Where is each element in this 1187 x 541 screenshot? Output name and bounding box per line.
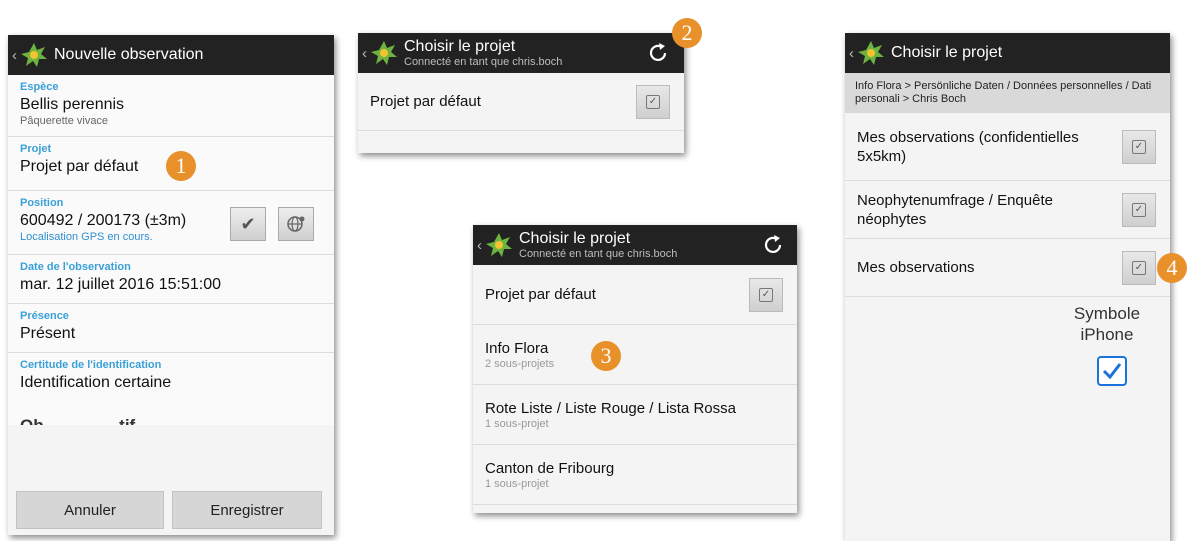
refresh-icon[interactable] <box>761 233 785 257</box>
cancel-button[interactable]: Annuler <box>16 491 164 529</box>
project-label: Info Flora <box>485 339 549 357</box>
subproject-count: 2 sous-projets <box>485 357 555 370</box>
project-label: Neophytenumfrage / Enquête néophytes <box>857 191 1053 228</box>
project-label: Projet par défaut <box>485 286 596 303</box>
breadcrumb: Info Flora > Persönliche Daten / Données… <box>845 73 1170 113</box>
espece-value: Bellis perennis <box>20 96 125 113</box>
back-chevron-icon[interactable]: ‹ <box>477 237 485 254</box>
screen-new-observation: ‹ Nouvelle observation Espèce Bellis per… <box>8 35 334 535</box>
screen-choose-project-initial: ‹ Choisir le projet Connecté en tant que… <box>358 33 684 153</box>
list-item[interactable]: Mes observations (confidentielles 5x5km)… <box>845 113 1170 181</box>
step-badge-4: 4 <box>1157 253 1187 283</box>
screen-choose-project-sub: ‹ Choisir le projet Info Flora > Persönl… <box>845 33 1170 541</box>
presence-value: Présent <box>20 325 76 342</box>
checkbox-icon: ✓ <box>646 94 660 109</box>
back-chevron-icon[interactable]: ‹ <box>849 45 857 62</box>
project-label: Projet par défaut <box>370 93 481 110</box>
checkbox-icon: ✓ <box>759 287 773 302</box>
select-checkbox[interactable]: ✓ <box>636 84 670 119</box>
locate-button[interactable] <box>278 207 314 241</box>
back-chevron-icon[interactable]: ‹ <box>362 45 370 62</box>
step-badge-2: 2 <box>672 18 702 48</box>
page-title: Choisir le projet <box>891 44 1003 61</box>
certitude-value: Identification certaine <box>20 374 172 391</box>
certitude-label: Certitude de l'identification <box>20 359 162 371</box>
app-bar: ‹ Choisir le projet Connecté en tant que… <box>473 225 797 265</box>
confirm-position-button[interactable]: ✔ <box>230 207 266 241</box>
select-checkbox[interactable]: ✓ <box>1122 129 1156 164</box>
espece-label: Espèce <box>20 81 59 93</box>
list-item[interactable]: Projet par défaut ✓ <box>358 73 684 131</box>
date-label: Date de l'observation <box>20 261 131 273</box>
cut-off-field: Ob tif <box>8 401 334 425</box>
iphone-symbol-label: Symbole iPhone <box>1057 303 1157 345</box>
list-item[interactable]: Neophytenumfrage / Enquête néophytes ✓ <box>845 181 1170 239</box>
select-checkbox[interactable]: ✓ <box>1122 192 1156 227</box>
iphone-label-line2: iPhone <box>1080 325 1134 344</box>
globe-locate-icon <box>287 216 305 232</box>
app-logo-icon[interactable] <box>857 40 885 66</box>
iphone-label-line1: Symbole <box>1073 304 1141 323</box>
list-item[interactable]: Info Flora 2 sous-projets 3 <box>473 325 797 385</box>
screen-choose-project-list: ‹ Choisir le projet Connecté en tant que… <box>473 225 797 513</box>
app-logo-icon[interactable] <box>370 40 398 66</box>
select-checkbox[interactable]: ✓ <box>749 277 783 312</box>
refresh-icon[interactable] <box>646 41 670 65</box>
project-label: Canton de Fribourg <box>485 459 615 477</box>
app-logo-icon[interactable] <box>485 232 513 258</box>
position-value: 600492 / 200173 (±3m) <box>20 212 187 229</box>
app-bar: ‹ Choisir le projet <box>845 33 1170 73</box>
espece-sub: Pâquerette vivace <box>20 115 109 127</box>
step-badge-1: 1 <box>166 151 196 181</box>
step-badge-3: 3 <box>591 341 621 371</box>
page-title: Nouvelle observation <box>54 46 204 63</box>
position-label: Position <box>20 197 64 209</box>
app-logo-icon[interactable] <box>20 42 48 68</box>
subproject-count: 1 sous-projet <box>485 477 549 490</box>
page-title: Choisir le projet <box>404 38 516 55</box>
presence-label: Présence <box>20 310 69 322</box>
presence-field[interactable]: Présence Présent <box>8 304 334 353</box>
position-field[interactable]: Position 600492 / 200173 (±3m) Localisat… <box>8 191 334 255</box>
project-label: Rote Liste / Liste Rouge / Lista Rossa <box>485 399 736 417</box>
list-item[interactable]: Projet par défaut ✓ <box>473 265 797 325</box>
date-field[interactable]: Date de l'observation mar. 12 juillet 20… <box>8 255 334 304</box>
page-title: Choisir le projet <box>519 230 631 247</box>
list-item[interactable]: Mes observations ✓ <box>845 239 1170 297</box>
save-button[interactable]: Enregistrer <box>172 491 322 529</box>
checkbox-icon: ✓ <box>1132 139 1146 154</box>
checkbox-icon: ✓ <box>1132 202 1146 217</box>
position-sub: Localisation GPS en cours. <box>20 231 153 243</box>
app-bar: ‹ Choisir le projet Connecté en tant que… <box>358 33 684 73</box>
check-icon: ✔ <box>240 213 256 234</box>
app-bar: ‹ Nouvelle observation <box>8 35 334 75</box>
cut-off-text: Ob tif <box>20 416 322 425</box>
logged-in-subtitle: Connecté en tant que chris.boch <box>519 248 678 260</box>
select-checkbox[interactable]: ✓ <box>1122 250 1156 285</box>
logged-in-subtitle: Connecté en tant que chris.boch <box>404 56 563 68</box>
project-label: Mes observations <box>857 259 975 276</box>
list-item[interactable]: Rote Liste / Liste Rouge / Lista Rossa 1… <box>473 385 797 445</box>
project-label: Mes observations (confidentielles 5x5km) <box>857 128 1079 165</box>
list-item[interactable]: Canton de Fribourg 1 sous-projet <box>473 445 797 505</box>
espece-field[interactable]: Espèce Bellis perennis Pâquerette vivace <box>8 75 334 137</box>
checkbox-icon: ✓ <box>1132 260 1146 275</box>
projet-field[interactable]: Projet Projet par défaut 1 <box>8 137 334 191</box>
iphone-checkbox-icon <box>1097 356 1127 386</box>
back-chevron-icon[interactable]: ‹ <box>12 47 20 64</box>
date-value: mar. 12 juillet 2016 15:51:00 <box>20 276 222 293</box>
certitude-field[interactable]: Certitude de l'identification Identifica… <box>8 353 334 401</box>
subproject-count: 1 sous-projet <box>485 417 549 430</box>
